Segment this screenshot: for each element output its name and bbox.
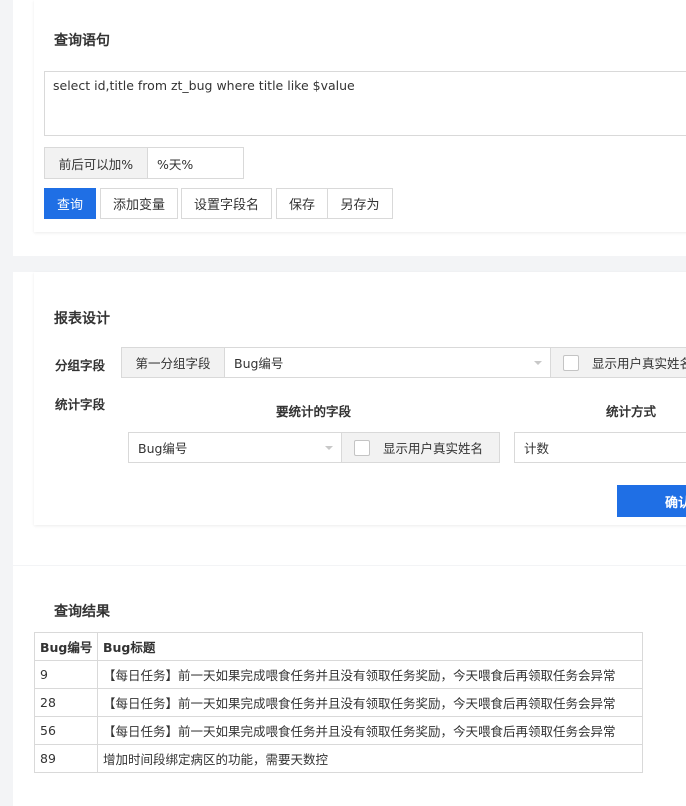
stat-field-header: 要统计的字段 — [276, 404, 352, 419]
group-field-label: 分组字段 — [55, 358, 106, 373]
table-row: 89 增加时间段绑定病区的功能，需要天数控 — [34, 744, 643, 773]
cell-bug-id: 56 — [34, 716, 98, 745]
stat-field-select[interactable]: Bug编号 — [128, 432, 342, 463]
save-as-button[interactable]: 另存为 — [327, 188, 393, 219]
cell-bug-title: 增加时间段绑定病区的功能，需要天数控 — [97, 744, 643, 773]
checkbox-icon[interactable] — [563, 354, 579, 371]
chevron-down-icon — [534, 360, 542, 365]
cell-bug-title: 【每日任务】前一天如果完成喂食任务并且没有领取任务奖励，今天喂食后再领取任务会异… — [97, 716, 643, 745]
stat-field-label: 统计字段 — [55, 397, 106, 412]
result-table: Bug编号 Bug标题 9 【每日任务】前一天如果完成喂食任务并且没有领取任务奖… — [34, 632, 643, 773]
group-first-label: 第一分组字段 — [121, 347, 225, 378]
set-field-name-button[interactable]: 设置字段名 — [181, 188, 272, 219]
save-button[interactable]: 保存 — [276, 188, 328, 219]
table-row: 56 【每日任务】前一天如果完成喂食任务并且没有领取任务奖励，今天喂食后再领取任… — [34, 716, 643, 745]
confirm-button-label: 确认 — [665, 495, 686, 511]
variable-prefix-label: 前后可以加% — [44, 147, 148, 179]
group-realname-label: 显示用户真实姓名 — [592, 356, 686, 371]
query-button[interactable]: 查询 — [44, 188, 96, 219]
sql-textarea[interactable]: select id,title from zt_bug where title … — [44, 71, 686, 136]
report-card — [34, 272, 686, 525]
stat-method-select[interactable]: 计数 — [514, 432, 686, 463]
table-row: 28 【每日任务】前一天如果完成喂食任务并且没有领取任务奖励，今天喂食后再领取任… — [34, 688, 643, 717]
table-row: 9 【每日任务】前一天如果完成喂食任务并且没有领取任务奖励，今天喂食后再领取任务… — [34, 660, 643, 689]
cell-bug-title: 【每日任务】前一天如果完成喂食任务并且没有领取任务奖励，今天喂食后再领取任务会异… — [97, 688, 643, 717]
stat-realname-toggle[interactable]: 显示用户真实姓名 — [341, 432, 500, 463]
add-variable-button[interactable]: 添加变量 — [100, 188, 178, 219]
table-header-row: Bug编号 Bug标题 — [34, 632, 643, 661]
column-header-bug-id: Bug编号 — [34, 632, 98, 661]
stat-field-select-value: Bug编号 — [138, 441, 188, 456]
cell-bug-id: 9 — [34, 660, 98, 689]
stat-realname-label: 显示用户真实姓名 — [383, 441, 484, 456]
report-section-title: 报表设计 — [54, 311, 110, 327]
result-section-title: 查询结果 — [54, 604, 110, 620]
checkbox-icon[interactable] — [354, 439, 370, 456]
stat-method-header: 统计方式 — [606, 404, 657, 419]
column-header-bug-title: Bug标题 — [97, 632, 643, 661]
confirm-button[interactable]: 确认 — [617, 485, 686, 517]
group-realname-toggle[interactable]: 显示用户真实姓名 — [550, 347, 686, 378]
cell-bug-id: 28 — [34, 688, 98, 717]
chevron-down-icon — [325, 445, 333, 450]
cell-bug-title: 【每日任务】前一天如果完成喂食任务并且没有领取任务奖励，今天喂食后再领取任务会异… — [97, 660, 643, 689]
variable-value-input[interactable]: %天% — [147, 147, 244, 179]
group-first-select[interactable]: Bug编号 — [224, 347, 551, 378]
cell-bug-id: 89 — [34, 744, 98, 773]
group-first-select-value: Bug编号 — [234, 356, 284, 371]
query-section-title: 查询语句 — [54, 33, 110, 49]
